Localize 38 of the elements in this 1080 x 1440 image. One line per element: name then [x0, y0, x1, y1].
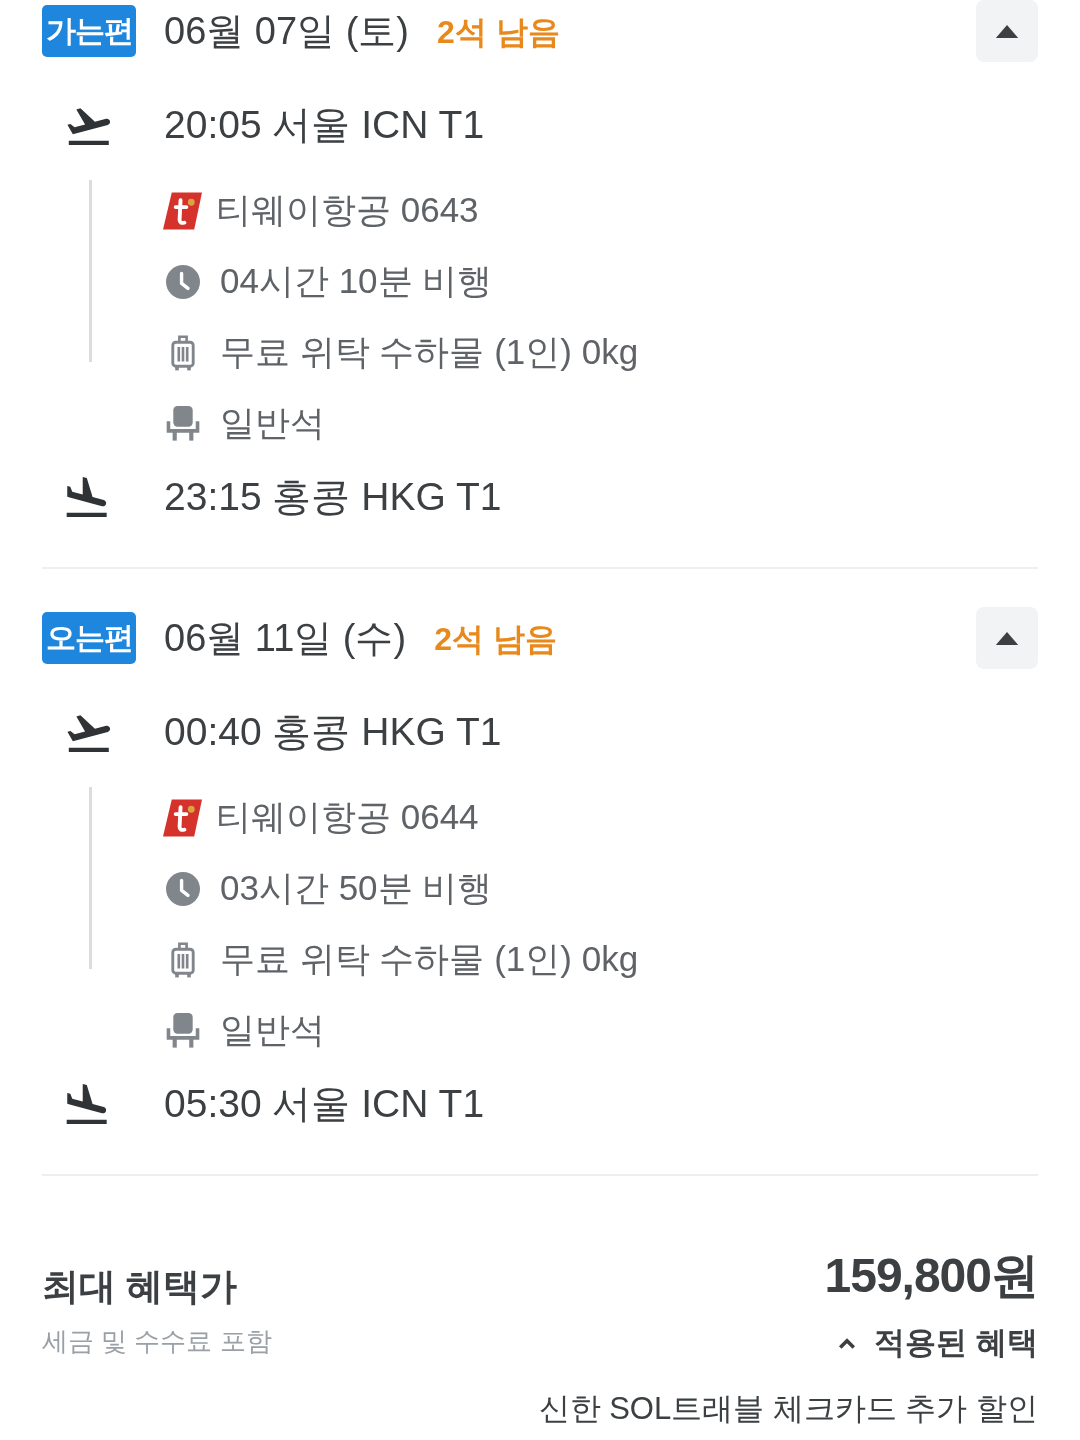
clock-icon [166, 263, 200, 300]
baggage-allowance: 무료 위탁 수하물 (1인) 0kg [220, 331, 639, 373]
caret-icon [995, 631, 1019, 645]
arrival-time-airport: 05:30 서울 ICN T1 [164, 1081, 485, 1127]
flight-date: 06월 07일 (토) [164, 8, 409, 54]
cabin-class: 일반석 [220, 1009, 325, 1051]
seats-left: 2석 남음 [434, 620, 557, 659]
caret-icon [995, 24, 1019, 38]
collapse-button[interactable] [976, 0, 1038, 62]
price-note: 세금 및 수수료 포함 [42, 1325, 272, 1358]
direction-tag: 오는편 [42, 612, 136, 664]
chevron-icon [838, 1336, 857, 1350]
flight-duration: 04시간 10분 비행 [220, 260, 493, 302]
airline-tail-icon [163, 191, 202, 230]
flight-number: 티웨이항공 0643 [216, 189, 479, 231]
clock-icon [166, 870, 200, 907]
collapse-button[interactable] [976, 607, 1038, 669]
seat-icon [166, 1012, 200, 1049]
flight-date: 06월 11일 (수) [164, 615, 407, 661]
departure-time-airport: 20:05 서울 ICN T1 [164, 102, 485, 148]
arrival-time-airport: 23:15 홍콩 HKG T1 [164, 474, 502, 520]
direction-tag: 가는편 [42, 5, 136, 57]
seat-icon [166, 405, 200, 442]
departure-time-airport: 00:40 홍콩 HKG T1 [164, 709, 502, 755]
flight-number: 티웨이항공 0644 [216, 796, 479, 838]
price-amount: 159,800원 [824, 1248, 1038, 1304]
takeoff-icon [67, 105, 111, 145]
takeoff-icon [67, 712, 111, 752]
price-label: 최대 혜택가 [42, 1265, 238, 1309]
landing-icon [66, 477, 108, 517]
seats-left: 2석 남음 [436, 13, 560, 52]
benefits-toggle[interactable]: 적용된 혜택 [838, 1322, 1038, 1364]
airline-tail-icon [163, 798, 202, 837]
landing-icon [66, 1084, 108, 1124]
benefit-item: 신한 SOL트래블 체크카드 추가 할인 [538, 1390, 1038, 1428]
cabin-class: 일반석 [220, 402, 325, 444]
flight-duration: 03시간 50분 비행 [220, 867, 493, 909]
baggage-allowance: 무료 위탁 수하물 (1인) 0kg [220, 938, 639, 980]
